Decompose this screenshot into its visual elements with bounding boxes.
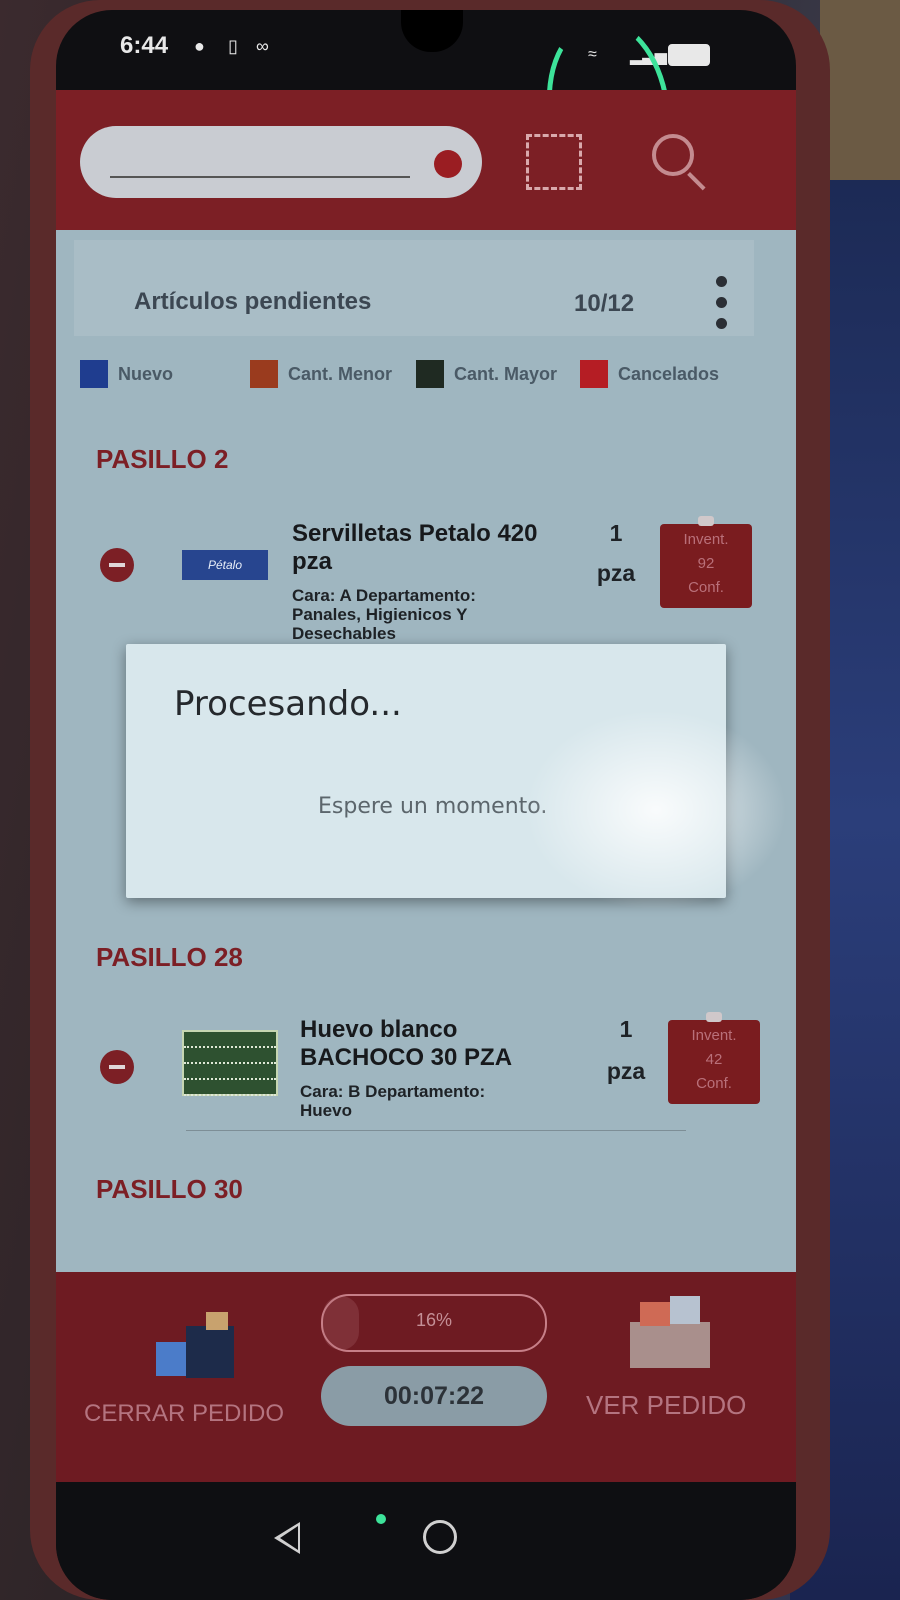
app-toolbar [56,90,796,230]
inventory-label: Invent. [683,531,729,548]
page-title: Artículos pendientes [134,288,372,315]
view-order-button[interactable]: VER PEDIDO [586,1390,746,1421]
remove-item-button[interactable] [100,548,134,582]
chat-icon: ● [194,36,205,56]
legend-swatch [250,360,278,388]
list-item[interactable]: Pétalo Servilletas Petalo 420 pza Cara: … [86,516,766,660]
list-item[interactable]: Huevo blanco BACHOCO 30 PZA Cara: B Depa… [86,1012,766,1156]
search-underline [110,176,410,178]
legend-label: Cant. Menor [288,364,393,384]
barcode-scan-icon[interactable] [526,134,582,190]
inventory-label: Invent. [691,1027,737,1044]
home-icon[interactable] [423,1520,457,1554]
order-timer: 00:07:22 [321,1366,547,1426]
item-description: Cara: B Departamento: Huevo [300,1082,486,1120]
inventory-button[interactable]: Invent. 92 Conf. [660,516,752,608]
legend-swatch [416,360,444,388]
clear-search-icon[interactable] [434,150,462,178]
aisle-heading: PASILLO 30 [96,1174,243,1204]
voicemail-icon: ∞ [256,36,269,56]
phone-case: 6:44 ● ▯ ∞ ≈ ▂▃▅ Artículos pendientes 10… [30,0,830,1600]
pending-count: 10/12 [574,290,635,317]
phone-screen: 6:44 ● ▯ ∞ ≈ ▂▃▅ Artículos pendientes 10… [56,10,796,1600]
search-icon[interactable] [652,134,694,176]
order-box-icon[interactable] [626,1296,716,1368]
status-legend: Nuevo Cant. Menor Cant. Mayor Cancelados [80,360,780,400]
bottom-bar: CERRAR PEDIDO 16% 00:07:22 VER PEDIDO [56,1272,796,1482]
screen-glare [526,710,786,910]
background-top [820,0,900,180]
more-options-icon[interactable] [716,276,728,339]
item-qty-unit: pza [596,560,636,586]
camera-notch [401,10,463,52]
product-thumbnail [182,1030,278,1096]
product-thumbnail: Pétalo [182,550,268,580]
item-qty-number: 1 [609,520,623,546]
inventory-sub: Conf. [688,579,724,596]
inventory-value: 42 [705,1051,723,1068]
legend-label: Cancelados [618,364,720,384]
inventory-sub: Conf. [696,1075,732,1092]
timer-text: 00:07:22 [383,1382,485,1410]
legend-swatch [80,360,108,388]
item-description: Cara: A Departamento: Panales, Higienico… [292,586,476,643]
close-order-button[interactable]: CERRAR PEDIDO [84,1400,284,1428]
search-input[interactable] [80,126,482,198]
remove-item-button[interactable] [100,1050,134,1084]
aisle-heading: PASILLO 28 [96,942,243,972]
dialog-message: Espere un momento. [318,794,548,819]
legend-label: Cant. Mayor [454,364,558,384]
legend-swatch [580,360,608,388]
pos-terminal-icon[interactable] [156,1312,240,1378]
back-icon[interactable] [274,1522,300,1554]
status-bar: 6:44 ● ▯ ∞ ≈ ▂▃▅ [56,10,796,186]
inventory-button[interactable]: Invent. 42 Conf. [668,1012,760,1104]
phone-icon: ▯ [228,36,238,56]
order-progress-bar: 16% [321,1294,547,1352]
nav-indicator-dot [376,1514,386,1524]
battery-icon [668,44,710,66]
item-name: Huevo blanco BACHOCO 30 PZA [300,1016,513,1071]
inventory-value: 92 [697,555,715,572]
progress-text: 16% [415,1310,453,1330]
dialog-title: Procesando... [174,684,402,724]
pending-header: Artículos pendientes 10/12 [74,240,754,336]
item-name: Servilletas Petalo 420 pza [292,520,538,575]
status-time: 6:44 [120,32,169,59]
aisle-heading: PASILLO 2 [96,444,229,474]
item-qty-unit: pza [606,1058,646,1084]
divider [186,1130,686,1131]
legend-label: Nuevo [118,364,174,384]
item-qty-number: 1 [619,1016,633,1042]
system-nav-bar [56,1482,796,1600]
